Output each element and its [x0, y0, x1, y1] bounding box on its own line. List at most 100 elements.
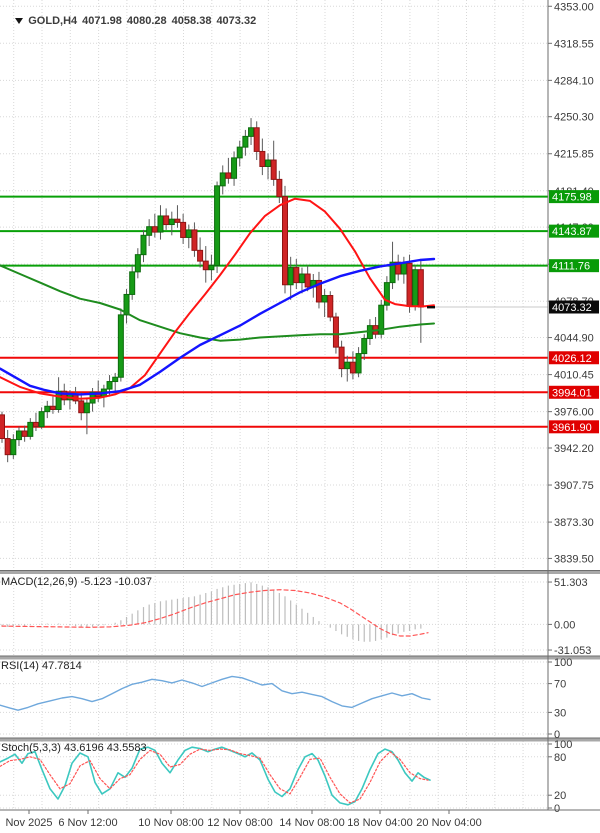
time-axis-label: Nov 2025	[5, 817, 52, 829]
bear-candle	[333, 317, 338, 347]
resistance-price-tag-text: 4143.87	[552, 226, 592, 238]
support-price-tag-text: 4026.12	[552, 353, 592, 365]
panel-splitter-0[interactable]	[0, 571, 600, 575]
time-axis-label: 18 Nov 04:00	[347, 817, 412, 829]
panel-splitter-1[interactable]	[0, 656, 600, 660]
bear-candle	[79, 401, 84, 413]
price-axis-label: 4353.00	[554, 1, 594, 13]
ohlc-low: 4058.38	[172, 15, 212, 27]
resistance-price-tag-text: 4111.76	[552, 261, 590, 273]
bull-candle	[299, 274, 304, 283]
bull-candle	[237, 147, 242, 158]
time-axis-label: 12 Nov 08:00	[207, 817, 272, 829]
bear-candle	[175, 219, 180, 222]
bull-candle	[147, 227, 152, 236]
bull-candle	[209, 265, 214, 269]
bull-candle	[135, 255, 140, 272]
bull-candle	[158, 216, 163, 232]
support-price-tag-text: 3994.01	[552, 387, 592, 399]
time-axis-label: 14 Nov 08:00	[279, 817, 344, 829]
bear-candle	[33, 422, 38, 426]
price-tags: 4175.98 4143.87 4111.76 4026.12 3994.01 3961.…	[549, 190, 599, 434]
bull-candle	[413, 270, 418, 307]
time-axis-label: 10 Nov 08:00	[138, 817, 203, 829]
bear-candle	[339, 347, 344, 369]
price-axis-label: 4318.55	[554, 38, 594, 50]
stoch-indicator-label: Stoch(5,3,3) 43.6196 43.5583	[1, 742, 147, 755]
price-axis-label: 4284.10	[554, 75, 594, 87]
bear-candle	[181, 222, 186, 237]
time-axis-label: 20 Nov 04:00	[416, 817, 481, 829]
bull-candle	[28, 422, 33, 436]
macd-axis-label: -31.053	[554, 645, 591, 657]
ohlc-open: 4071.98	[82, 15, 122, 27]
price-axis-label: 4250.30	[554, 112, 594, 124]
panel-splitter-2[interactable]	[0, 738, 600, 742]
bull-candle	[45, 406, 50, 411]
stoch-axis-label: 20	[554, 790, 566, 802]
bear-candle	[164, 216, 169, 225]
price-axis-label: 3873.30	[554, 517, 594, 529]
ohlc-close: 4073.32	[216, 15, 256, 27]
bull-candle	[232, 158, 237, 178]
support-price-tag-text: 3961.90	[552, 422, 592, 434]
bull-candle	[169, 219, 174, 224]
price-axis-label: 3907.75	[554, 480, 594, 492]
bull-candle	[401, 263, 406, 274]
bull-candle	[322, 296, 327, 302]
bear-candle	[328, 296, 333, 318]
bull-candle	[113, 377, 118, 381]
stoch-axis-label: 0	[554, 803, 560, 815]
bull-candle	[186, 230, 191, 238]
bull-candle	[118, 315, 123, 377]
bear-candle	[192, 230, 197, 250]
bull-candle	[356, 354, 361, 373]
rsi-axis-label: 30	[554, 707, 566, 719]
chart-title: GOLD,H44071.984080.284058.384073.32	[3, 2, 261, 41]
resistance-price-tag-text: 4175.98	[552, 192, 592, 204]
bear-candle	[305, 274, 310, 287]
current-price-dash	[427, 306, 435, 308]
price-axis-label: 4215.85	[554, 149, 594, 161]
bear-candle	[283, 197, 288, 285]
bull-candle	[16, 431, 21, 440]
chart-background	[0, 0, 600, 833]
bull-candle	[107, 382, 112, 390]
bull-candle	[130, 272, 135, 295]
rsi-axis-label: 70	[554, 679, 566, 691]
price-axis-label: 4044.90	[554, 333, 594, 345]
price-axis-label: 3976.00	[554, 407, 594, 419]
macd-axis-label: 51.303	[554, 577, 588, 589]
stoch-axis-label: 100	[554, 739, 572, 751]
bull-candle	[362, 339, 367, 354]
symbol-marker-icon	[15, 18, 23, 24]
bull-candle	[11, 440, 16, 455]
bull-candle	[39, 412, 44, 427]
bear-candle	[198, 250, 203, 261]
bear-candle	[254, 128, 259, 152]
price-chart-canvas[interactable]: 4353.004318.554284.104250.304215.854181.…	[0, 0, 600, 833]
price-axis-label: 3942.20	[554, 443, 594, 455]
bear-candle	[152, 227, 157, 232]
price-axis-label: 4010.45	[554, 370, 594, 382]
bear-candle	[22, 431, 27, 436]
bear-candle	[350, 362, 355, 373]
current-price-tag-text: 4073.32	[552, 302, 592, 314]
bull-candle	[243, 136, 248, 147]
stoch-axis-label: 80	[554, 752, 566, 764]
bull-candle	[288, 268, 293, 285]
bull-candle	[141, 235, 146, 254]
bear-candle	[0, 415, 5, 439]
bear-candle	[260, 151, 265, 166]
bull-candle	[266, 160, 271, 166]
bear-candle	[226, 173, 231, 178]
bull-candle	[249, 128, 254, 137]
bear-candle	[418, 270, 423, 307]
bear-candle	[277, 179, 282, 196]
bull-candle	[84, 403, 89, 413]
bear-candle	[294, 268, 299, 283]
price-axis-label: 3839.50	[554, 553, 594, 565]
bear-candle	[407, 263, 412, 306]
ohlc-high: 4080.28	[127, 15, 167, 27]
bull-candle	[345, 362, 350, 368]
